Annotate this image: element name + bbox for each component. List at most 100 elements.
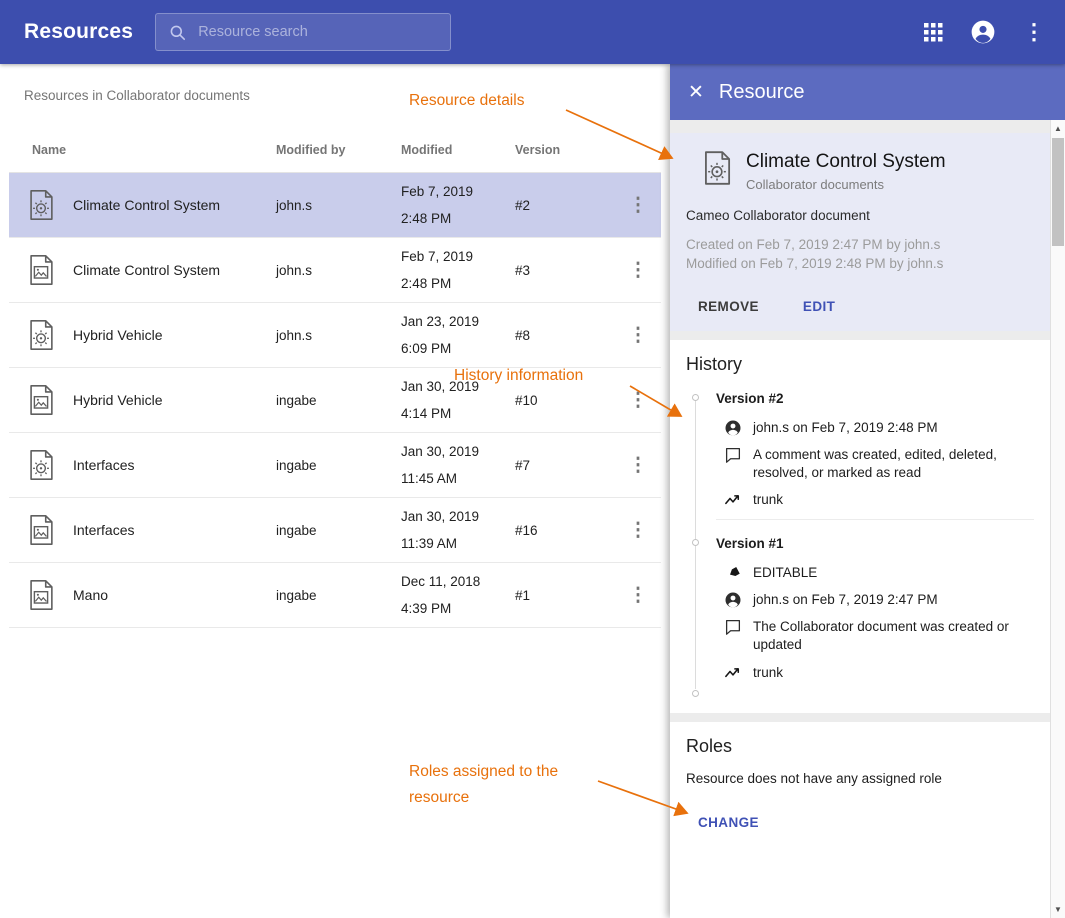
row-menu-icon[interactable]: ⋮ xyxy=(629,454,648,477)
history-version-label: Version #1 xyxy=(716,536,1034,551)
gear-document-icon xyxy=(24,318,58,352)
overflow-menu-icon[interactable]: ⋮ xyxy=(1023,21,1045,43)
row-actions-cell: ⋮ xyxy=(615,454,661,477)
search-icon xyxy=(168,23,187,42)
resource-icon-cell xyxy=(9,318,73,352)
resource-name: Interfaces xyxy=(73,522,276,538)
history-item: A comment was created, edited, deleted, … xyxy=(724,446,1034,482)
scroll-down-icon[interactable]: ▼ xyxy=(1051,905,1065,914)
history-item: The Collaborator document was created or… xyxy=(724,618,1034,654)
resource-icon-cell xyxy=(9,383,73,417)
resource-icon-cell xyxy=(9,513,73,547)
row-actions-cell: ⋮ xyxy=(615,259,661,282)
modified-by: john.s xyxy=(276,263,401,278)
table-row[interactable]: Hybrid VehicleingabeJan 30, 2019 4:14 PM… xyxy=(9,368,661,433)
close-icon[interactable]: ✕ xyxy=(688,83,704,102)
resource-name: Hybrid Vehicle xyxy=(73,327,276,343)
search-input[interactable] xyxy=(196,23,416,41)
modified-info: Modified on Feb 7, 2019 2:48 PM by john.… xyxy=(686,255,1034,274)
roles-heading: Roles xyxy=(686,736,1034,757)
timeline-dot xyxy=(692,394,699,401)
panel-header: ✕ Resource xyxy=(670,64,1065,120)
history-item-text: john.s on Feb 7, 2019 2:47 PM xyxy=(753,591,938,609)
resource-icon-cell xyxy=(9,578,73,612)
history-item: EDITABLE xyxy=(724,564,1034,582)
panel-body: Climate Control System Collaborator docu… xyxy=(670,120,1050,918)
apps-grid-icon[interactable] xyxy=(924,23,943,42)
roles-empty-text: Resource does not have any assigned role xyxy=(686,771,1034,786)
resource-name: Interfaces xyxy=(73,457,276,473)
top-bar: Resources ⋮ xyxy=(0,0,1065,64)
column-header-name[interactable]: Name xyxy=(9,143,276,157)
modified-date: Feb 7, 2019 2:48 PM xyxy=(401,173,515,237)
history-item-text: A comment was created, edited, deleted, … xyxy=(753,446,1025,482)
modified-by: john.s xyxy=(276,328,401,343)
resource-icon-cell xyxy=(9,188,73,222)
image-document-icon xyxy=(24,253,58,287)
history-divider xyxy=(716,519,1034,520)
history-item: trunk xyxy=(724,491,1034,509)
table-row[interactable]: Climate Control Systemjohn.sFeb 7, 2019 … xyxy=(9,238,661,303)
roles-section: Roles Resource does not have any assigne… xyxy=(670,722,1050,918)
modified-by: ingabe xyxy=(276,588,401,603)
history-timeline: Version #2john.s on Feb 7, 2019 2:48 PMA… xyxy=(692,391,1034,697)
version: #1 xyxy=(515,588,615,603)
resource-name: Climate Control System xyxy=(73,262,276,278)
comment-icon xyxy=(724,618,742,636)
app-title: Resources xyxy=(24,20,133,44)
version: #8 xyxy=(515,328,615,343)
modified-date: Jan 30, 2019 11:39 AM xyxy=(401,498,515,562)
modified-date: Jan 23, 2019 6:09 PM xyxy=(401,303,515,367)
row-menu-icon[interactable]: ⋮ xyxy=(629,194,648,217)
resource-type: Cameo Collaborator document xyxy=(686,208,1034,223)
gear-document-icon xyxy=(698,149,736,187)
row-menu-icon[interactable]: ⋮ xyxy=(629,324,648,347)
scrollbar-thumb[interactable] xyxy=(1052,138,1064,246)
scroll-up-icon[interactable]: ▲ xyxy=(1051,124,1065,133)
history-item-text: trunk xyxy=(753,491,783,509)
table-row[interactable]: InterfacesingabeJan 30, 2019 11:39 AM#16… xyxy=(9,498,661,563)
change-roles-button[interactable]: CHANGE xyxy=(698,812,759,833)
image-document-icon xyxy=(24,578,58,612)
resource-title: Climate Control System xyxy=(746,151,946,173)
resource-list-pane: Resources in Collaborator documents Name… xyxy=(0,64,670,918)
row-menu-icon[interactable]: ⋮ xyxy=(629,519,648,542)
row-menu-icon[interactable]: ⋮ xyxy=(629,259,648,282)
account-icon[interactable] xyxy=(970,19,996,45)
version: #7 xyxy=(515,458,615,473)
modified-by: ingabe xyxy=(276,523,401,538)
column-header-version[interactable]: Version xyxy=(515,143,615,157)
image-document-icon xyxy=(24,513,58,547)
modified-date: Jan 30, 2019 11:45 AM xyxy=(401,433,515,497)
column-header-modified-by[interactable]: Modified by xyxy=(276,143,401,157)
resource-location: Collaborator documents xyxy=(746,177,946,192)
edit-button[interactable]: EDIT xyxy=(803,296,835,317)
resource-name: Climate Control System xyxy=(73,197,276,213)
panel-scrollbar[interactable]: ▲ ▼ xyxy=(1050,120,1065,918)
history-heading: History xyxy=(686,354,1034,375)
remove-button[interactable]: REMOVE xyxy=(698,296,759,317)
table-row[interactable]: Climate Control Systemjohn.sFeb 7, 2019 … xyxy=(9,173,661,238)
modified-date: Dec 11, 2018 4:39 PM xyxy=(401,563,515,627)
resource-table: Name Modified by Modified Version Climat… xyxy=(9,127,661,628)
history-entry: Version #1 EDITABLE john.s on Feb 7, 2019 … xyxy=(692,536,1034,682)
history-version-label: Version #2 xyxy=(716,391,1034,406)
table-row[interactable]: InterfacesingabeJan 30, 2019 11:45 AM#7 ⋮ xyxy=(9,433,661,498)
modified-by: john.s xyxy=(276,198,401,213)
column-header-modified[interactable]: Modified xyxy=(401,143,515,157)
history-item-text: EDITABLE xyxy=(753,564,817,582)
history-item: john.s on Feb 7, 2019 2:47 PM xyxy=(724,591,1034,609)
row-menu-icon[interactable]: ⋮ xyxy=(629,389,648,412)
version: #10 xyxy=(515,393,615,408)
modified-by: ingabe xyxy=(276,458,401,473)
tag-icon xyxy=(724,564,742,582)
resource-meta: Created on Feb 7, 2019 2:47 PM by john.s… xyxy=(686,236,1034,274)
created-info: Created on Feb 7, 2019 2:47 PM by john.s xyxy=(686,236,1034,255)
apps-grid-glyph xyxy=(924,23,943,42)
version: #2 xyxy=(515,198,615,213)
image-document-icon xyxy=(24,383,58,417)
table-row[interactable]: ManoingabeDec 11, 2018 4:39 PM#1⋮ xyxy=(9,563,661,628)
row-menu-icon[interactable]: ⋮ xyxy=(629,584,648,607)
table-row[interactable]: Hybrid Vehiclejohn.sJan 23, 2019 6:09 PM… xyxy=(9,303,661,368)
modified-by: ingabe xyxy=(276,393,401,408)
